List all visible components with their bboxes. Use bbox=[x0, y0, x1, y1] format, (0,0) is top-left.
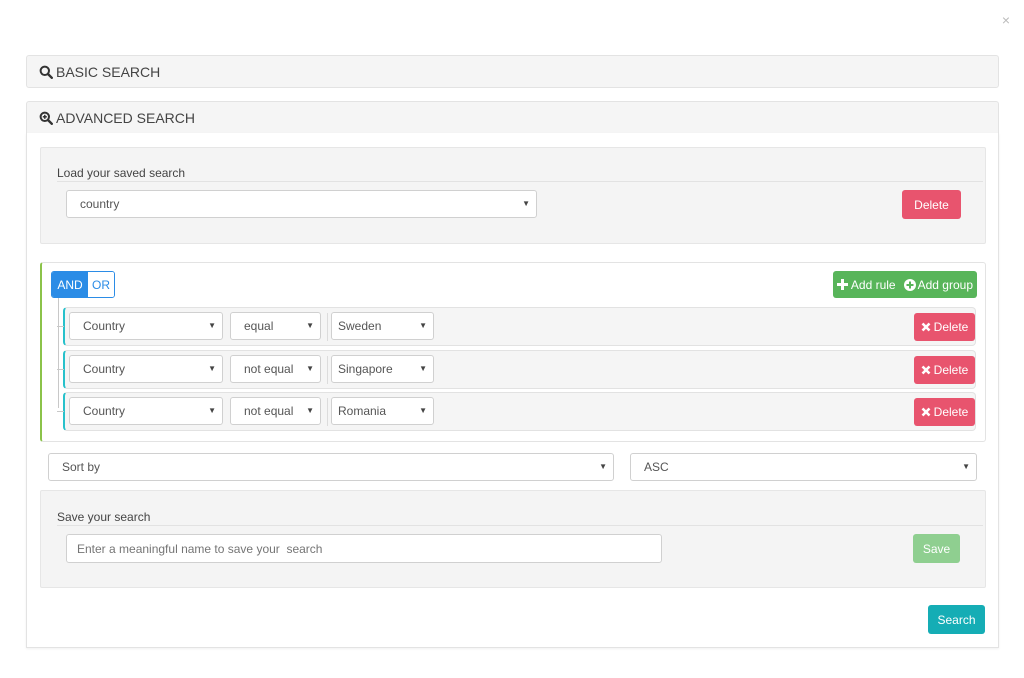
rule-operator-value: not equal bbox=[244, 404, 294, 418]
condition-or-button[interactable]: OR bbox=[88, 272, 114, 297]
rule-value: Romania bbox=[338, 404, 387, 418]
divider bbox=[57, 525, 983, 526]
condition-toggle: AND OR bbox=[51, 271, 115, 298]
rule-operator-value: equal bbox=[244, 319, 274, 333]
delete-saved-search-button[interactable]: Delete bbox=[902, 190, 961, 219]
rule-field-select[interactable]: Country ▼ bbox=[69, 397, 223, 425]
add-rule-button[interactable]: Add rule bbox=[833, 271, 900, 298]
sort-order-select[interactable]: ASC ▼ bbox=[630, 453, 977, 481]
add-buttons-group: Add rule Add group bbox=[832, 271, 977, 298]
chevron-down-icon: ▼ bbox=[208, 406, 216, 415]
plus-icon bbox=[836, 279, 848, 290]
delete-rule-button[interactable]: Delete bbox=[914, 398, 975, 426]
chevron-down-icon: ▼ bbox=[419, 364, 427, 373]
rule-value-select[interactable]: Sweden ▼ bbox=[331, 312, 434, 340]
chevron-down-icon: ▼ bbox=[962, 462, 970, 471]
rule-operator-select[interactable]: equal ▼ bbox=[230, 312, 321, 340]
rule-row: Country ▼ not equal ▼ Romania ▼ Delete bbox=[57, 392, 976, 431]
divider bbox=[327, 398, 328, 426]
tree-connector bbox=[58, 298, 59, 408]
rule-row: Country ▼ not equal ▼ Singapore ▼ Delete bbox=[57, 350, 976, 389]
advanced-search-modal: × BASIC SEARCH ADVANCED SEARCH Load your… bbox=[0, 0, 1024, 678]
rule-field-value: Country bbox=[83, 362, 126, 376]
rule-field-select[interactable]: Country ▼ bbox=[69, 355, 223, 383]
basic-search-panel-header[interactable]: BASIC SEARCH bbox=[26, 55, 999, 88]
delete-rule-label: Delete bbox=[933, 363, 969, 377]
saved-search-selected: country bbox=[80, 197, 120, 211]
sort-by-value: Sort by bbox=[62, 460, 101, 474]
tree-hook bbox=[57, 326, 64, 327]
sort-by-select[interactable]: Sort by ▼ bbox=[48, 453, 614, 481]
basic-search-title: BASIC SEARCH bbox=[56, 63, 161, 80]
delete-rule-button[interactable]: Delete bbox=[914, 356, 975, 384]
chevron-down-icon: ▼ bbox=[306, 406, 314, 415]
advanced-search-body: Load your saved search country ▼ Delete … bbox=[26, 133, 999, 648]
sort-order-value: ASC bbox=[644, 460, 669, 474]
chevron-down-icon: ▼ bbox=[208, 321, 216, 330]
close-icon bbox=[921, 407, 931, 417]
divider bbox=[327, 356, 328, 384]
rule-operator-value: not equal bbox=[244, 362, 294, 376]
tree-hook bbox=[57, 369, 64, 370]
chevron-down-icon: ▼ bbox=[208, 364, 216, 373]
delete-rule-label: Delete bbox=[933, 320, 969, 334]
rule-field-value: Country bbox=[83, 319, 126, 333]
plus-circle-icon bbox=[903, 278, 916, 291]
load-saved-search-section: Load your saved search country ▼ Delete bbox=[40, 147, 986, 244]
save-search-button[interactable]: Save bbox=[913, 534, 960, 563]
rule-operator-select[interactable]: not equal ▼ bbox=[230, 397, 321, 425]
divider bbox=[57, 181, 983, 182]
search-button[interactable]: Search bbox=[928, 605, 985, 634]
load-saved-search-label: Load your saved search bbox=[57, 166, 186, 180]
rule-row: Country ▼ equal ▼ Sweden ▼ Delete bbox=[57, 307, 976, 346]
rule-value: Sweden bbox=[338, 319, 382, 333]
advanced-search-panel-header[interactable]: ADVANCED SEARCH bbox=[26, 101, 999, 134]
rule-field-select[interactable]: Country ▼ bbox=[69, 312, 223, 340]
saved-search-select[interactable]: country ▼ bbox=[66, 190, 537, 218]
condition-and-button[interactable]: AND bbox=[52, 272, 88, 297]
rule-operator-select[interactable]: not equal ▼ bbox=[230, 355, 321, 383]
rule-field-value: Country bbox=[83, 404, 126, 418]
chevron-down-icon: ▼ bbox=[419, 406, 427, 415]
close-icon[interactable]: × bbox=[999, 12, 1013, 28]
close-icon bbox=[921, 322, 931, 332]
delete-rule-button[interactable]: Delete bbox=[914, 313, 975, 341]
rule-value-select[interactable]: Singapore ▼ bbox=[331, 355, 434, 383]
chevron-down-icon: ▼ bbox=[306, 321, 314, 330]
chevron-down-icon: ▼ bbox=[419, 321, 427, 330]
advanced-search-title: ADVANCED SEARCH bbox=[56, 109, 195, 126]
chevron-down-icon: ▼ bbox=[522, 199, 530, 208]
zoom-in-icon bbox=[39, 111, 54, 125]
chevron-down-icon: ▼ bbox=[599, 462, 607, 471]
save-search-section: Save your search Save bbox=[40, 490, 986, 588]
add-group-label: Add group bbox=[917, 277, 973, 292]
rules-group: AND OR Add rule Add group Country ▼ equa… bbox=[40, 262, 986, 442]
rule-value-select[interactable]: Romania ▼ bbox=[331, 397, 434, 425]
divider bbox=[327, 313, 328, 341]
tree-hook bbox=[57, 411, 64, 412]
save-search-name-input[interactable] bbox=[66, 534, 662, 563]
delete-rule-label: Delete bbox=[933, 405, 969, 419]
chevron-down-icon: ▼ bbox=[306, 364, 314, 373]
rule-value: Singapore bbox=[338, 362, 393, 376]
add-group-button[interactable]: Add group bbox=[900, 271, 977, 298]
close-icon bbox=[921, 365, 931, 375]
add-rule-label: Add rule bbox=[850, 277, 896, 292]
save-search-label: Save your search bbox=[57, 510, 151, 524]
search-icon bbox=[39, 65, 54, 79]
